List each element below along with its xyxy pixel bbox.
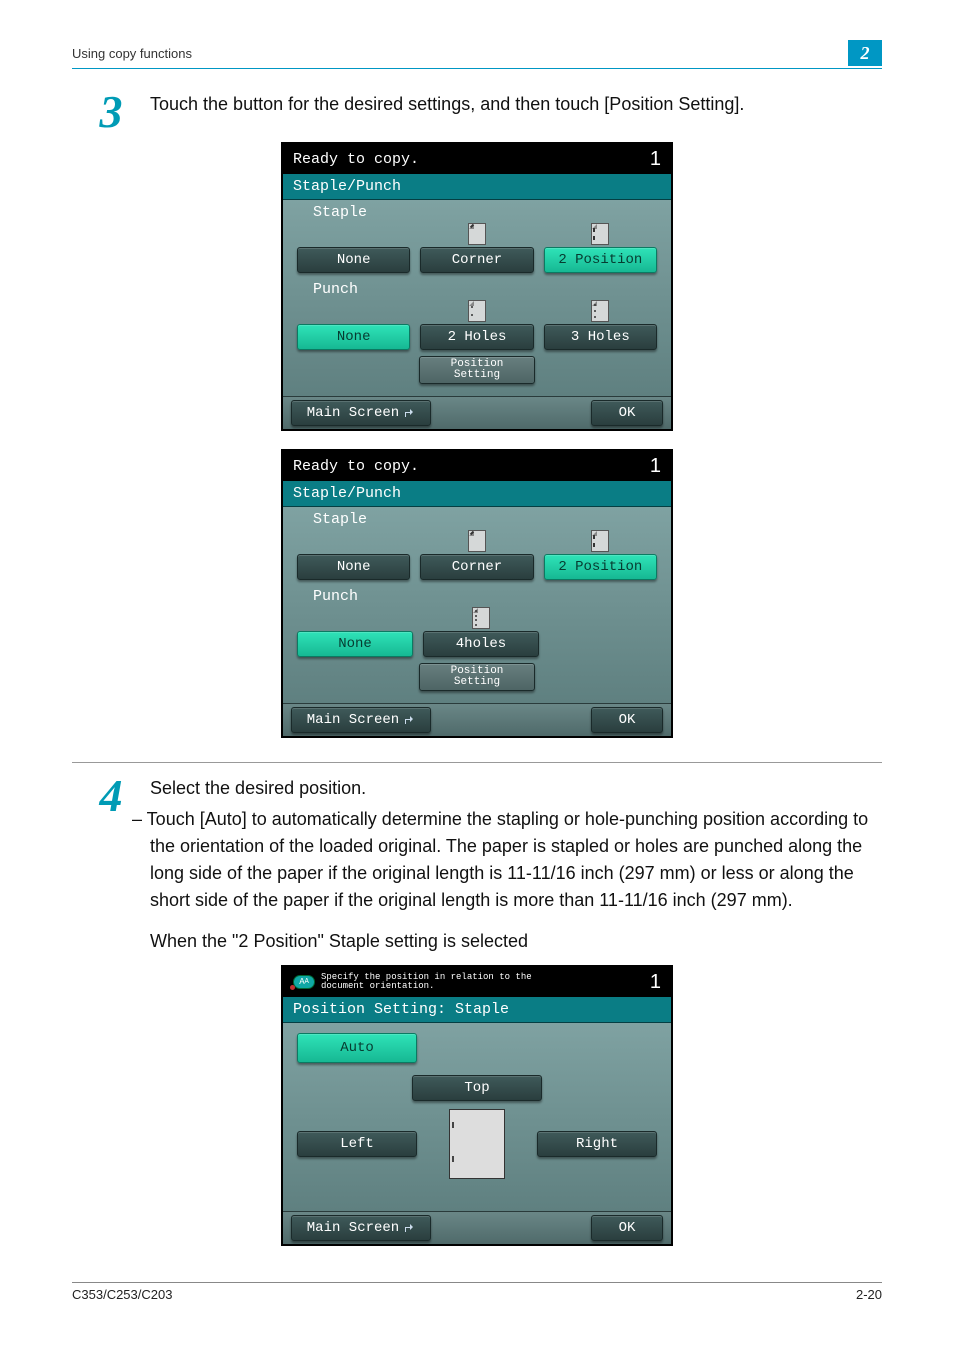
orientation-icon: AA — [293, 975, 315, 989]
step4-bullet: – Touch [Auto] to automatically determin… — [150, 806, 882, 914]
page-thumb-icon — [449, 1109, 505, 1179]
copy-count: 1 — [650, 148, 661, 171]
copy-count: 1 — [650, 455, 661, 478]
punch-label: Punch — [289, 279, 665, 300]
step-number-3: 3 — [72, 91, 150, 132]
return-icon — [403, 408, 415, 418]
step3-text: Touch the button for the desired setting… — [150, 91, 882, 118]
punch-label: Punch — [289, 586, 665, 607]
main-screen-button[interactable]: Main Screen — [291, 400, 431, 426]
punch-4holes-button[interactable]: 4holes — [423, 631, 539, 657]
staple-corner-icon — [420, 223, 533, 245]
ok-button[interactable]: OK — [591, 1215, 663, 1241]
staple-none-button[interactable]: None — [297, 247, 410, 273]
staple-2position-button[interactable]: 2 Position — [544, 554, 657, 580]
punch-3holes-button[interactable]: 3 Holes — [544, 324, 657, 350]
punch-3holes-icon — [544, 300, 657, 322]
chapter-badge: 2 — [848, 40, 882, 66]
position-setting-button[interactable]: Position Setting — [419, 356, 535, 384]
header-rule — [72, 68, 882, 69]
spacer — [297, 530, 410, 552]
punch-none-button[interactable]: None — [297, 324, 410, 350]
device-panel-c: AA Specify the position in relation to t… — [281, 965, 673, 1246]
right-button[interactable]: Right — [537, 1131, 657, 1157]
main-screen-button[interactable]: Main Screen — [291, 707, 431, 733]
main-screen-label: Main Screen — [307, 405, 399, 421]
main-screen-button[interactable]: Main Screen — [291, 1215, 431, 1241]
main-screen-label: Main Screen — [307, 712, 399, 728]
staple-label: Staple — [289, 202, 665, 223]
staple-corner-button[interactable]: Corner — [420, 247, 533, 273]
left-button[interactable]: Left — [297, 1131, 417, 1157]
panel-title: Staple/Punch — [283, 174, 671, 200]
step4-text: Select the desired position. — [150, 775, 882, 802]
footer-pagenum: 2-20 — [856, 1287, 882, 1302]
device-panel-b: Ready to copy. 1 Staple/Punch Staple Non… — [281, 449, 673, 738]
staple-corner-button[interactable]: Corner — [420, 554, 533, 580]
auto-button[interactable]: Auto — [297, 1033, 417, 1063]
punch-2holes-button[interactable]: 2 Holes — [420, 324, 533, 350]
top-button[interactable]: Top — [412, 1075, 542, 1101]
return-icon — [403, 1223, 415, 1233]
status-text: Ready to copy. — [293, 458, 419, 475]
punch-4holes-icon — [423, 607, 539, 629]
punch-none-button[interactable]: None — [297, 631, 413, 657]
footer-model: C353/C253/C203 — [72, 1287, 172, 1302]
punch-2holes-icon — [420, 300, 533, 322]
ok-button[interactable]: OK — [591, 400, 663, 426]
staple-2pos-icon — [544, 223, 657, 245]
step4-caption: When the "2 Position" Staple setting is … — [150, 928, 882, 955]
spacer — [297, 300, 410, 322]
spacer — [297, 223, 410, 245]
staple-2position-button[interactable]: 2 Position — [544, 247, 657, 273]
panel-title: Staple/Punch — [283, 481, 671, 507]
ok-button[interactable]: OK — [591, 707, 663, 733]
spacer — [297, 607, 413, 629]
staple-label: Staple — [289, 509, 665, 530]
status-text: Ready to copy. — [293, 151, 419, 168]
staple-corner-icon — [420, 530, 533, 552]
status-text: Specify the position in relation to the … — [321, 973, 532, 993]
header-section: Using copy functions — [72, 46, 192, 61]
copy-count: 1 — [650, 971, 661, 994]
panel-title: Position Setting: Staple — [283, 997, 671, 1023]
main-screen-label: Main Screen — [307, 1220, 399, 1236]
staple-2pos-icon — [544, 530, 657, 552]
separator-rule — [72, 762, 882, 763]
step-number-4: 4 — [72, 775, 150, 918]
return-icon — [403, 715, 415, 725]
staple-none-button[interactable]: None — [297, 554, 410, 580]
device-panel-a: Ready to copy. 1 Staple/Punch Staple Non… — [281, 142, 673, 431]
position-setting-button[interactable]: Position Setting — [419, 663, 535, 691]
